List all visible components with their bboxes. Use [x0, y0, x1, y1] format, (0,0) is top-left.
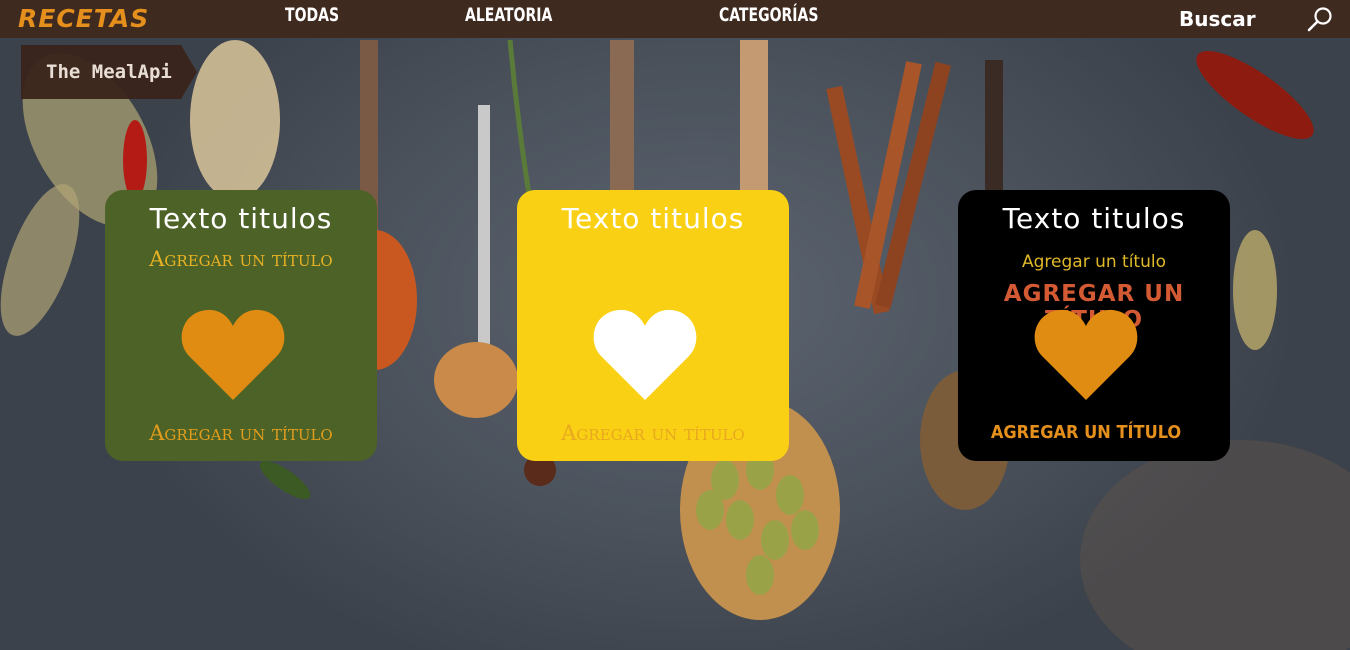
search-icon[interactable]	[1306, 5, 1334, 33]
recipe-card-black[interactable]: Texto titulos Agregar un título AGREGAR …	[958, 190, 1230, 461]
heart-icon[interactable]	[1034, 308, 1138, 400]
heart-icon[interactable]	[181, 308, 285, 400]
card-subtitle: Agregar un título	[149, 247, 333, 271]
card-title: Texto titulos	[149, 202, 333, 235]
nav-todas[interactable]: TODAS	[285, 4, 339, 26]
card-subtitle-small: Agregar un título	[1021, 252, 1166, 272]
card-bottom-text: AGREGAR UN TÍTULO	[990, 422, 1182, 443]
card-bottom-text: Agregar un título	[561, 421, 745, 445]
card-title: Texto titulos	[1002, 202, 1186, 235]
ribbon-label: The MealApi	[46, 61, 172, 83]
recipe-card-yellow[interactable]: Texto titulos Agregar un título	[517, 190, 789, 461]
card-title: Texto titulos	[561, 202, 745, 235]
card-bottom-text: Agregar un título	[149, 421, 333, 445]
nav-categorias[interactable]: CATEGORÍAS	[719, 4, 818, 26]
top-navigation-bar: RECETAS TODAS ALEATORIA CATEGORÍAS Busca…	[0, 0, 1350, 38]
search-label[interactable]: Buscar	[1179, 7, 1256, 31]
recipe-card-green[interactable]: Texto titulos Agregar un título Agregar …	[105, 190, 377, 461]
brand-logo[interactable]: RECETAS	[18, 4, 149, 33]
heart-icon[interactable]	[593, 308, 697, 400]
nav-aleatoria[interactable]: ALEATORIA	[465, 4, 552, 26]
